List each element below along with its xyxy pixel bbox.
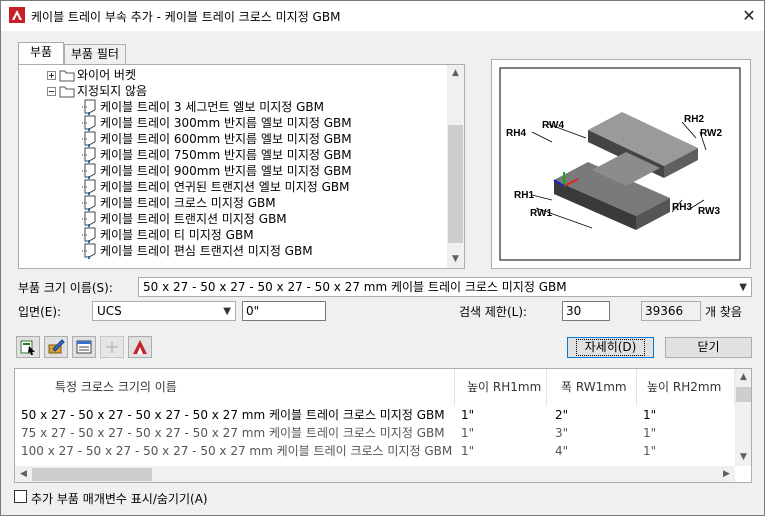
dimension-label: RH2 xyxy=(684,114,704,125)
autocad-icon xyxy=(133,340,147,354)
table-cell: 1" xyxy=(461,408,475,422)
scroll-down-arrow-icon[interactable]: ▼ xyxy=(447,251,464,268)
table-row[interactable]: 50 x 27 - 50 x 27 - 50 x 27 - 50 x 27 mm… xyxy=(15,406,735,424)
column-header-rw1[interactable]: 폭 RW1mm xyxy=(547,369,637,406)
scroll-up-arrow-icon[interactable]: ▲ xyxy=(447,65,464,82)
cross-fitting-diagram: RH4 RW4 RH2 RW2 RH1 RW1 RH3 RW3 xyxy=(499,67,741,261)
part-size-dropdown[interactable]: 50 x 27 - 50 x 27 - 50 x 27 - 50 x 27 mm… xyxy=(138,277,752,297)
table-cell: 75 x 27 - 50 x 27 - 50 x 27 - 50 x 27 mm… xyxy=(21,426,445,440)
table-cell: 1" xyxy=(461,426,475,440)
grid-vertical-scrollbar[interactable]: ▲ ▼ xyxy=(735,369,751,466)
connector-button[interactable] xyxy=(100,336,124,358)
details-button-label: 자세히(D) xyxy=(575,339,646,356)
dimension-label: RW1 xyxy=(530,208,552,219)
scroll-up-arrow-icon[interactable]: ▲ xyxy=(735,369,751,386)
scroll-down-arrow-icon[interactable]: ▼ xyxy=(735,449,751,466)
sizes-grid[interactable]: 특정 크로스 크기의 이름 높이 RH1mm 폭 RW1mm 높이 RH2mm … xyxy=(14,368,752,483)
table-cell: 1" xyxy=(643,444,657,458)
collapse-icon[interactable] xyxy=(47,87,56,96)
scroll-thumb[interactable] xyxy=(448,125,463,243)
table-cell: 1" xyxy=(643,426,657,440)
table-cell: 3" xyxy=(555,426,569,440)
dimension-label: RW3 xyxy=(698,206,720,217)
table-cell: 100 x 27 - 50 x 27 - 50 x 27 - 50 x 27 m… xyxy=(21,444,453,458)
column-header-name[interactable]: 특정 크로스 크기의 이름 xyxy=(15,369,455,406)
dimension-label: RH1 xyxy=(514,190,534,201)
autocad-button[interactable] xyxy=(128,336,152,358)
tab-parts[interactable]: 부품 xyxy=(18,42,64,64)
tree-item-label: 케이블 트레이 트랜지션 미지정 GBM xyxy=(100,212,287,226)
tree-item-label: 케이블 트레이 600mm 반지름 엘보 미지정 GBM xyxy=(100,132,352,146)
grid-horizontal-scrollbar[interactable]: ◀ ▶ xyxy=(15,466,735,482)
table-cell: 50 x 27 - 50 x 27 - 50 x 27 - 50 x 27 mm… xyxy=(21,408,445,422)
part-preview: RH4 RW4 RH2 RW2 RH1 RW1 RH3 RW3 xyxy=(491,59,751,269)
title-bar: 케이블 트레이 부속 추가 - 케이블 트레이 크로스 미지정 GBM ✕ xyxy=(1,1,764,31)
dimension-label: RH4 xyxy=(506,128,526,139)
close-button[interactable]: 닫기 xyxy=(665,337,752,358)
column-header-rh2[interactable]: 높이 RH2mm xyxy=(637,369,735,406)
expand-icon[interactable] xyxy=(47,71,56,80)
tree-item-label: 지정되지 않음 xyxy=(77,84,148,98)
column-header-rh1[interactable]: 높이 RH1mm xyxy=(455,369,547,406)
tree-item-label: 케이블 트레이 3 세그먼트 엘보 미지정 GBM xyxy=(100,100,325,114)
table-cell: 1" xyxy=(461,444,475,458)
parts-tree[interactable]: 와이어 버켓지정되지 않음케이블 트레이 3 세그먼트 엘보 미지정 GBM 케이… xyxy=(18,64,465,269)
part-size-label: 부품 크기 이름(S): xyxy=(18,281,113,295)
elevation-ucs-value: UCS xyxy=(97,304,122,318)
show-params-checkbox[interactable] xyxy=(14,490,27,503)
tree-item-label: 케이블 트레이 300mm 반지름 엘보 미지정 GBM xyxy=(100,116,352,130)
details-button[interactable]: 자세히(D) xyxy=(567,337,654,358)
scroll-right-arrow-icon[interactable]: ▶ xyxy=(718,466,735,482)
part-size-value: 50 x 27 - 50 x 27 - 50 x 27 - 50 x 27 mm… xyxy=(143,280,567,294)
search-limit-input[interactable]: 30 xyxy=(562,301,610,321)
scroll-left-arrow-icon[interactable]: ◀ xyxy=(15,466,32,482)
dimension-label: RW4 xyxy=(542,120,564,131)
catalog-icon xyxy=(20,340,35,355)
chevron-down-icon: ▼ xyxy=(223,306,231,317)
dimension-label: RW2 xyxy=(700,128,722,139)
tree-item-label: 와이어 버켓 xyxy=(77,68,137,82)
properties-icon xyxy=(76,340,92,354)
tree-vertical-scrollbar[interactable]: ▲ ▼ xyxy=(447,65,464,268)
table-row[interactable]: 100 x 27 - 50 x 27 - 50 x 27 - 50 x 27 m… xyxy=(15,442,735,460)
close-window-button[interactable]: ✕ xyxy=(736,4,762,28)
properties-button[interactable] xyxy=(72,336,96,358)
edit-catalog-icon xyxy=(48,339,65,354)
tree-item-label: 케이블 트레이 연귀된 트랜지션 엘보 미지정 GBM xyxy=(100,180,350,194)
scroll-thumb[interactable] xyxy=(32,468,152,481)
found-suffix-label: 개 찾음 xyxy=(705,305,742,319)
chevron-down-icon: ▼ xyxy=(739,282,747,293)
table-cell: 1" xyxy=(643,408,657,422)
table-cell: 2" xyxy=(555,408,569,422)
tree-item-label: 케이블 트레이 900mm 반지름 엘보 미지정 GBM xyxy=(100,164,352,178)
connector-icon xyxy=(106,341,118,353)
elevation-ucs-dropdown[interactable]: UCS ▼ xyxy=(92,301,236,321)
tree-item-label: 케이블 트레이 티 미지정 GBM xyxy=(100,228,254,242)
elevation-label: 입면(E): xyxy=(18,305,62,319)
tree-item-label: 케이블 트레이 편심 트랜지션 미지정 GBM xyxy=(100,244,313,258)
window-title: 케이블 트레이 부속 추가 - 케이블 트레이 크로스 미지정 GBM xyxy=(31,10,341,24)
scroll-thumb[interactable] xyxy=(736,387,751,402)
catalog-browser-button[interactable] xyxy=(16,336,40,358)
table-row[interactable]: 75 x 27 - 50 x 27 - 50 x 27 - 50 x 27 mm… xyxy=(15,424,735,442)
dimension-label: RH3 xyxy=(672,202,692,213)
search-limit-label: 검색 제한(L): xyxy=(459,305,528,319)
autocad-app-icon xyxy=(9,7,25,23)
table-cell: 4" xyxy=(555,444,569,458)
elevation-offset-input[interactable]: 0" xyxy=(242,301,326,321)
catalog-editor-button[interactable] xyxy=(44,336,68,358)
tree-item-label: 케이블 트레이 크로스 미지정 GBM xyxy=(100,196,276,210)
tree-item-label: 케이블 트레이 750mm 반지름 엘보 미지정 GBM xyxy=(100,148,352,162)
tab-part-filter[interactable]: 부품 필터 xyxy=(64,44,126,64)
found-count-field: 39366 xyxy=(641,301,701,321)
dialog-window: 케이블 트레이 부속 추가 - 케이블 트레이 크로스 미지정 GBM ✕ 부품… xyxy=(0,0,765,516)
show-params-label[interactable]: 추가 부품 매개변수 표시/숨기기(A) xyxy=(31,490,208,507)
